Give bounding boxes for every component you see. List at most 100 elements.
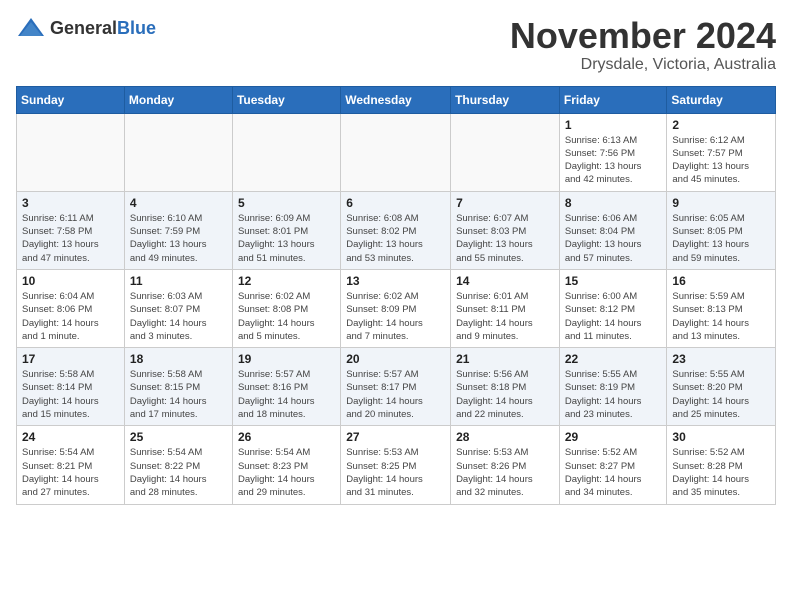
calendar-cell: 14Sunrise: 6:01 AM Sunset: 8:11 PM Dayli… <box>451 269 560 347</box>
calendar-cell: 10Sunrise: 6:04 AM Sunset: 8:06 PM Dayli… <box>17 269 125 347</box>
weekday-header-thursday: Thursday <box>451 86 560 113</box>
day-number: 7 <box>456 196 554 210</box>
day-number: 24 <box>22 430 119 444</box>
day-number: 20 <box>346 352 445 366</box>
calendar-cell <box>232 113 340 191</box>
day-number: 6 <box>346 196 445 210</box>
day-info: Sunrise: 6:06 AM Sunset: 8:04 PM Dayligh… <box>565 212 662 265</box>
day-number: 2 <box>672 118 770 132</box>
day-number: 3 <box>22 196 119 210</box>
day-number: 4 <box>130 196 227 210</box>
weekday-header-monday: Monday <box>124 86 232 113</box>
day-number: 5 <box>238 196 335 210</box>
calendar-cell: 23Sunrise: 5:55 AM Sunset: 8:20 PM Dayli… <box>667 348 776 426</box>
day-info: Sunrise: 5:57 AM Sunset: 8:16 PM Dayligh… <box>238 368 335 421</box>
day-number: 29 <box>565 430 662 444</box>
day-info: Sunrise: 6:07 AM Sunset: 8:03 PM Dayligh… <box>456 212 554 265</box>
calendar-cell: 12 Sunrise: 6:02 AM Sunset: 8:08 PM Dayli… <box>232 269 340 347</box>
day-number: 1 <box>565 118 662 132</box>
day-info: Sunrise: 5:58 AM Sunset: 8:15 PM Dayligh… <box>130 368 227 421</box>
calendar-cell: 13 Sunrise: 6:02 AM Sunset: 8:09 PM Dayli… <box>341 269 451 347</box>
day-number: 22 <box>565 352 662 366</box>
title-area: November 2024 Drysdale, Victoria, Austra… <box>510 16 776 74</box>
day-number: 9 <box>672 196 770 210</box>
calendar-cell: 2 Sunrise: 6:12 AM Sunset: 7:57 PM Daylig… <box>667 113 776 191</box>
day-info: Sunrise: 5:54 AM Sunset: 8:21 PM Dayligh… <box>22 446 119 499</box>
calendar-cell: 26Sunrise: 5:54 AM Sunset: 8:23 PM Dayli… <box>232 426 340 504</box>
day-number: 19 <box>238 352 335 366</box>
day-info: Sunrise: 5:53 AM Sunset: 8:26 PM Dayligh… <box>456 446 554 499</box>
calendar-cell: 29 Sunrise: 5:52 AM Sunset: 8:27 PM Dayli… <box>559 426 667 504</box>
day-info: Sunrise: 6:09 AM Sunset: 8:01 PM Dayligh… <box>238 212 335 265</box>
calendar-week-5: 24 Sunrise: 5:54 AM Sunset: 8:21 PM Dayli… <box>17 426 776 504</box>
day-info: Sunrise: 6:08 AM Sunset: 8:02 PM Dayligh… <box>346 212 445 265</box>
day-info: Sunrise: 6:00 AM Sunset: 8:12 PM Dayligh… <box>565 290 662 343</box>
month-title: November 2024 <box>510 16 776 56</box>
day-info: Sunrise: 6:10 AM Sunset: 7:59 PM Dayligh… <box>130 212 227 265</box>
day-number: 13 <box>346 274 445 288</box>
day-info: Sunrise: 5:57 AM Sunset: 8:17 PM Dayligh… <box>346 368 445 421</box>
logo-blue: Blue <box>117 18 156 39</box>
day-number: 8 <box>565 196 662 210</box>
calendar-week-1: 1 Sunrise: 6:13 AM Sunset: 7:56 PM Daylig… <box>17 113 776 191</box>
day-info: Sunrise: 5:58 AM Sunset: 8:14 PM Dayligh… <box>22 368 119 421</box>
day-number: 16 <box>672 274 770 288</box>
weekday-header-sunday: Sunday <box>17 86 125 113</box>
day-info: Sunrise: 5:53 AM Sunset: 8:25 PM Dayligh… <box>346 446 445 499</box>
calendar-cell <box>451 113 560 191</box>
calendar-cell <box>124 113 232 191</box>
day-info: Sunrise: 6:12 AM Sunset: 7:57 PM Dayligh… <box>672 134 770 187</box>
day-info: Sunrise: 5:54 AM Sunset: 8:23 PM Dayligh… <box>238 446 335 499</box>
day-number: 15 <box>565 274 662 288</box>
weekday-header-saturday: Saturday <box>667 86 776 113</box>
calendar-cell: 20 Sunrise: 5:57 AM Sunset: 8:17 PM Dayli… <box>341 348 451 426</box>
day-number: 12 <box>238 274 335 288</box>
weekday-header-row: SundayMondayTuesdayWednesdayThursdayFrid… <box>17 86 776 113</box>
calendar-cell: 21 Sunrise: 5:56 AM Sunset: 8:18 PM Dayli… <box>451 348 560 426</box>
calendar-cell: 27 Sunrise: 5:53 AM Sunset: 8:25 PM Dayli… <box>341 426 451 504</box>
calendar-cell: 6 Sunrise: 6:08 AM Sunset: 8:02 PM Daylig… <box>341 191 451 269</box>
calendar-cell: 4 Sunrise: 6:10 AM Sunset: 7:59 PM Daylig… <box>124 191 232 269</box>
day-info: Sunrise: 6:05 AM Sunset: 8:05 PM Dayligh… <box>672 212 770 265</box>
logo-icon <box>16 16 46 40</box>
day-info: Sunrise: 6:13 AM Sunset: 7:56 PM Dayligh… <box>565 134 662 187</box>
calendar-week-3: 10Sunrise: 6:04 AM Sunset: 8:06 PM Dayli… <box>17 269 776 347</box>
page-header: General Blue November 2024 Drysdale, Vic… <box>16 16 776 74</box>
day-number: 25 <box>130 430 227 444</box>
calendar-cell: 7 Sunrise: 6:07 AM Sunset: 8:03 PM Daylig… <box>451 191 560 269</box>
calendar-cell <box>17 113 125 191</box>
day-info: Sunrise: 5:52 AM Sunset: 8:27 PM Dayligh… <box>565 446 662 499</box>
calendar-cell: 28 Sunrise: 5:53 AM Sunset: 8:26 PM Dayli… <box>451 426 560 504</box>
day-number: 18 <box>130 352 227 366</box>
day-number: 28 <box>456 430 554 444</box>
weekday-header-tuesday: Tuesday <box>232 86 340 113</box>
calendar-cell: 25Sunrise: 5:54 AM Sunset: 8:22 PM Dayli… <box>124 426 232 504</box>
day-info: Sunrise: 5:55 AM Sunset: 8:19 PM Dayligh… <box>565 368 662 421</box>
day-number: 27 <box>346 430 445 444</box>
day-number: 10 <box>22 274 119 288</box>
calendar-cell: 16 Sunrise: 5:59 AM Sunset: 8:13 PM Dayli… <box>667 269 776 347</box>
day-info: Sunrise: 6:03 AM Sunset: 8:07 PM Dayligh… <box>130 290 227 343</box>
calendar-cell <box>341 113 451 191</box>
calendar-cell: 5 Sunrise: 6:09 AM Sunset: 8:01 PM Daylig… <box>232 191 340 269</box>
day-info: Sunrise: 6:02 AM Sunset: 8:08 PM Dayligh… <box>238 290 335 343</box>
day-info: Sunrise: 5:59 AM Sunset: 8:13 PM Dayligh… <box>672 290 770 343</box>
day-number: 14 <box>456 274 554 288</box>
day-number: 17 <box>22 352 119 366</box>
calendar-cell: 18 Sunrise: 5:58 AM Sunset: 8:15 PM Dayli… <box>124 348 232 426</box>
day-info: Sunrise: 6:02 AM Sunset: 8:09 PM Dayligh… <box>346 290 445 343</box>
day-number: 11 <box>130 274 227 288</box>
day-info: Sunrise: 5:52 AM Sunset: 8:28 PM Dayligh… <box>672 446 770 499</box>
calendar-table: SundayMondayTuesdayWednesdayThursdayFrid… <box>16 86 776 505</box>
calendar-cell: 17 Sunrise: 5:58 AM Sunset: 8:14 PM Dayli… <box>17 348 125 426</box>
day-info: Sunrise: 6:11 AM Sunset: 7:58 PM Dayligh… <box>22 212 119 265</box>
calendar-cell: 3 Sunrise: 6:11 AM Sunset: 7:58 PM Daylig… <box>17 191 125 269</box>
weekday-header-wednesday: Wednesday <box>341 86 451 113</box>
calendar-week-4: 17 Sunrise: 5:58 AM Sunset: 8:14 PM Dayli… <box>17 348 776 426</box>
day-number: 21 <box>456 352 554 366</box>
calendar-cell: 1 Sunrise: 6:13 AM Sunset: 7:56 PM Daylig… <box>559 113 667 191</box>
day-info: Sunrise: 5:56 AM Sunset: 8:18 PM Dayligh… <box>456 368 554 421</box>
calendar-cell: 22 Sunrise: 5:55 AM Sunset: 8:19 PM Dayli… <box>559 348 667 426</box>
day-number: 30 <box>672 430 770 444</box>
logo-general: General <box>50 18 117 39</box>
